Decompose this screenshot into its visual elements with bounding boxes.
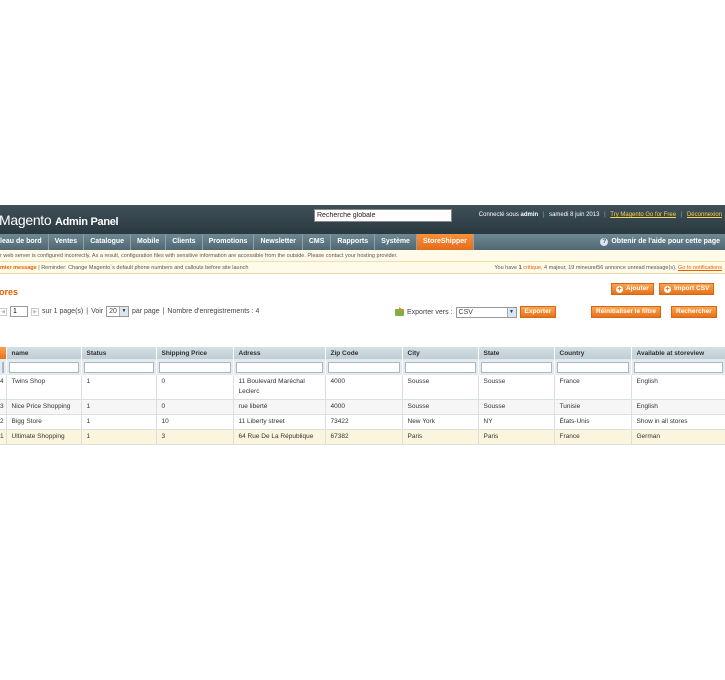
filter-name[interactable] [8,361,79,373]
add-button[interactable]: + Ajouter [611,283,654,295]
filter-row [0,359,725,375]
chevron-down-icon: ▼ [506,307,516,317]
plus-icon: + [616,285,623,293]
filter-address[interactable] [235,361,323,373]
system-message-bar: mier message | Reminder: Change Magento`… [0,262,725,274]
nav-item-promotions[interactable]: Promotions [203,234,255,250]
table-row[interactable]: 4 Twins Shop 1 0 11 Boulevard Maréchal L… [0,375,725,400]
plus-icon: + [664,285,671,293]
chevron-down-icon: ▼ [118,307,128,316]
admin-app: Magento Admin Panel Connecté sous admin … [0,205,725,473]
next-page-icon[interactable]: ▶ [31,307,39,316]
header-links: Connecté sous admin | samedi 8 juin 2013… [478,212,722,218]
logo-main: Magento [0,212,52,228]
nav-item-dashboard[interactable]: leau de bord [0,234,49,250]
filter-city[interactable] [404,361,476,373]
help-icon: ? [600,238,609,246]
column-header-address[interactable]: Adress [233,347,326,359]
main-nav: leau de bord Ventes Catalogue Mobile Cli… [0,234,725,250]
try-magento-go-link[interactable]: Try Magento Go for Free [610,212,676,218]
logout-link[interactable]: Déconnexion [687,212,722,218]
pager: ◀ ▶ sur 1 page(s) | Voir 20 ▼ par page |… [0,306,259,317]
stores-grid: name Status Shipping Price Adress Zip Co… [0,347,725,445]
column-header-zip[interactable]: Zip Code [325,347,403,359]
table-row[interactable]: 1 Ultimate Shopping 1 3 64 Rue De La Rép… [0,429,725,445]
nav-item-cms[interactable]: CMS [303,234,332,250]
export-button[interactable]: Exporter [519,306,557,318]
column-header-city[interactable]: City [402,347,479,359]
filter-shipping-price[interactable] [158,361,231,373]
config-warning-text: r web server is configured incorrectly. … [0,253,398,259]
column-header-name[interactable]: name [6,347,82,359]
reset-filter-button[interactable]: Réinitialiser le filtre [591,306,661,318]
notifications-link[interactable]: Go to notifications [678,265,722,271]
filter-country[interactable] [556,361,629,373]
page-title: ores [0,287,19,297]
help-label: Obtenir de l'aide pour cette page [611,238,720,245]
export-format-select[interactable]: CSV ▼ [455,306,517,318]
user-name: admin [520,212,539,218]
help-link[interactable]: ? Obtenir de l'aide pour cette page [600,234,720,250]
view-label: Voir [91,308,104,315]
message-summary: You have 1 critique, 4 majeur, 19 mineur… [494,265,722,271]
filter-id[interactable] [2,361,4,373]
filter-status[interactable] [83,361,154,373]
export-icon [395,306,404,316]
grid-toolbar: ◀ ▶ sur 1 page(s) | Voir 20 ▼ par page |… [0,304,725,321]
latest-message-label: mier message [0,265,37,271]
global-search-input[interactable] [314,209,452,222]
filter-storeview[interactable] [633,361,723,373]
magento-logo[interactable]: Magento Admin Panel [0,212,119,228]
nav-item-storeshipper[interactable]: StoreShipper [416,234,474,250]
grid-header-row: name Status Shipping Price Adress Zip Co… [0,347,725,359]
page-header: ores + Ajouter + Import CSV [0,274,725,304]
filter-zip[interactable] [327,361,400,373]
column-header-status[interactable]: Status [81,347,157,359]
per-page-select[interactable]: 20 ▼ [106,306,129,317]
export-label: Exporter vers : [407,308,453,316]
connected-label: Connecté sous [478,212,519,218]
page-number-input[interactable] [10,306,28,317]
current-date: samedi 8 juin 2013 [549,212,600,218]
page-count: sur 1 page(s) [42,308,84,315]
critical-label: critique [523,265,541,271]
column-header-storeview[interactable]: Available at storeview [631,347,725,359]
nav-item-customers[interactable]: Clients [166,234,203,250]
nav-item-catalog[interactable]: Catalogue [84,234,132,250]
nav-item-reports[interactable]: Rapports [331,234,376,250]
export-controls: Exporter vers : CSV ▼ Exporter [395,306,557,318]
table-row[interactable]: 3 Nice Price Shopping 1 0 rue liberté 40… [0,399,725,415]
nav-item-mobile[interactable]: Mobile [131,234,167,250]
per-page-label: par page [131,308,160,315]
latest-message-text: | Reminder: Change Magento`s default pho… [38,265,249,271]
column-header-country[interactable]: Country [554,347,632,359]
logo-sub: Admin Panel [54,216,119,228]
search-button[interactable]: Rechercher [671,306,717,318]
table-row[interactable]: 2 Bigg Store 1 10 11 Liberty street 7342… [0,414,725,430]
record-count: Nombre d'enregistrements : 4 [167,308,260,315]
nav-item-system[interactable]: Système [375,234,417,250]
nav-item-newsletter[interactable]: Newsletter [254,234,303,250]
prev-page-icon[interactable]: ◀ [0,307,7,316]
filter-state[interactable] [480,361,552,373]
admin-header: Magento Admin Panel Connecté sous admin … [0,205,725,234]
column-header-state[interactable]: State [478,347,555,359]
config-warning: r web server is configured incorrectly. … [0,250,725,262]
nav-item-sales[interactable]: Ventes [49,234,85,250]
column-header-shipping-price[interactable]: Shipping Price [156,347,234,359]
import-csv-button[interactable]: + Import CSV [659,283,715,295]
